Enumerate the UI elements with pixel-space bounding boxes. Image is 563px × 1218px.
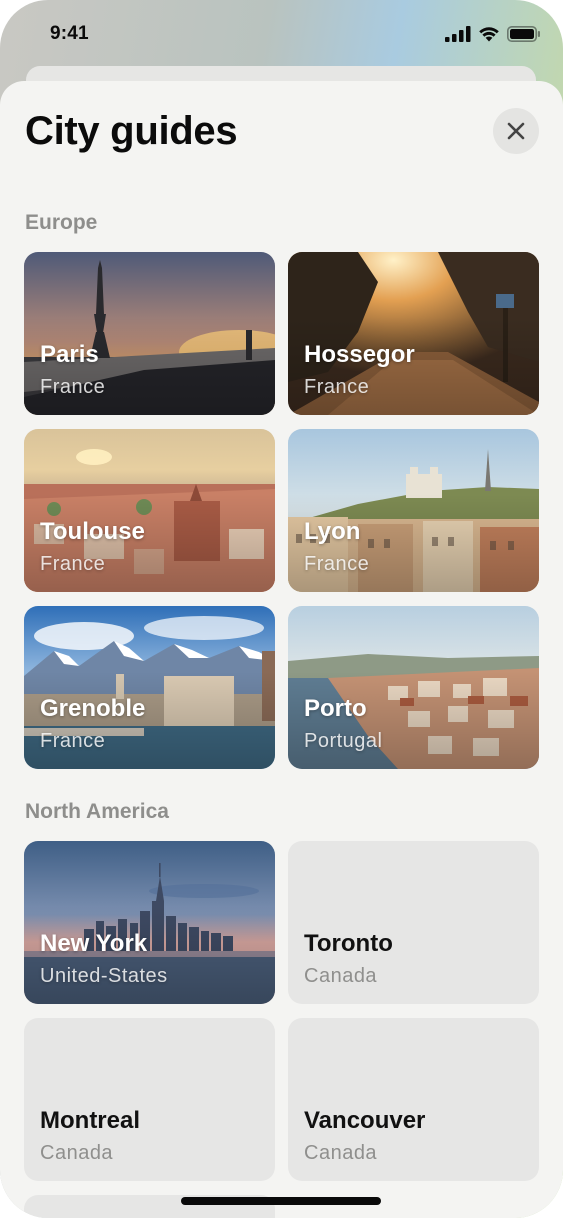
city-name: Hossegor [304, 341, 415, 368]
city-name: Montreal [40, 1107, 141, 1134]
city-name: Toulouse [40, 518, 145, 545]
city-guides-sheet: City guides Europe Paris France Hossegor… [0, 81, 563, 1218]
city-country: Canada [304, 1142, 378, 1164]
status-icons [445, 26, 541, 42]
city-country: France [40, 553, 106, 575]
city-country: Canada [304, 965, 378, 987]
city-tile-toronto[interactable]: Toronto Canada [288, 841, 539, 1004]
city-name: Porto [304, 695, 367, 722]
city-country: France [40, 730, 106, 752]
wifi-icon [479, 27, 499, 42]
city-country: United-States [40, 965, 168, 987]
city-tile-toulouse[interactable]: Toulouse France [24, 429, 275, 592]
city-name: Vancouver [304, 1107, 426, 1134]
cellular-signal-icon [445, 26, 471, 42]
city-tile-grenoble[interactable]: Grenoble France [24, 606, 275, 769]
city-tile-porto[interactable]: Porto Portugal [288, 606, 539, 769]
city-tile-hossegor[interactable]: Hossegor France [288, 252, 539, 415]
city-name: Grenoble [40, 695, 146, 722]
city-country: France [40, 376, 106, 398]
city-name: New York [40, 930, 148, 957]
page-title: City guides [25, 109, 238, 153]
section-title-north-america: North America [25, 800, 169, 823]
battery-icon [507, 26, 540, 42]
city-name: Paris [40, 341, 99, 368]
city-country: France [304, 553, 370, 575]
status-bar: 9:41 [0, 0, 563, 68]
city-tile-montreal[interactable]: Montreal Canada [24, 1018, 275, 1181]
city-name: Toronto [304, 930, 393, 957]
section-title-europe: Europe [25, 211, 98, 234]
close-icon [507, 122, 525, 140]
phone-screen: 9:41 City guides Europe Paris France Hos… [0, 0, 563, 1218]
city-tile-lyon[interactable]: Lyon France [288, 429, 539, 592]
city-country: France [304, 376, 370, 398]
home-indicator[interactable] [181, 1197, 381, 1205]
city-tile-paris[interactable]: Paris France [24, 252, 275, 415]
city-tile-new-york[interactable]: New York United-States [24, 841, 275, 1004]
status-time: 9:41 [50, 23, 89, 44]
city-tile-vancouver[interactable]: Vancouver Canada [288, 1018, 539, 1181]
city-country: Portugal [304, 730, 383, 752]
city-country: Canada [40, 1142, 114, 1164]
close-button[interactable] [493, 108, 539, 154]
city-name: Lyon [304, 518, 361, 545]
